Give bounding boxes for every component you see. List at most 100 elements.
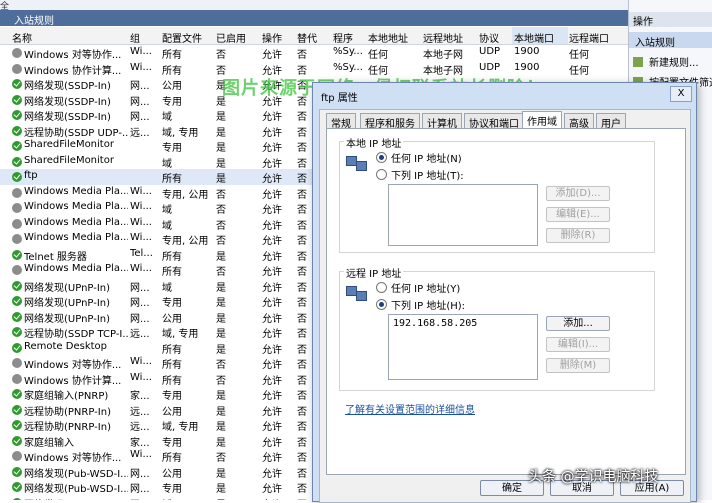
cell-local: 任何 bbox=[368, 50, 388, 61]
cell-action: 允许 bbox=[262, 453, 282, 464]
cell-enabled: 否 bbox=[216, 375, 226, 387]
remote-remove-button[interactable]: 删除(M) bbox=[546, 358, 610, 373]
column-header-name[interactable]: 名称 bbox=[12, 30, 32, 45]
cell-action: 允许 bbox=[262, 236, 282, 247]
remote-add-button[interactable]: 添加... bbox=[546, 316, 610, 331]
remote-any-ip-radio[interactable]: 任何 IP 地址(Y) bbox=[376, 280, 460, 295]
cell-profile: 公用 bbox=[162, 81, 182, 92]
column-header-lport[interactable]: 本地端口 bbox=[512, 27, 568, 45]
rule-enabled-icon bbox=[12, 466, 22, 477]
cell-profile: 公用 bbox=[162, 313, 182, 325]
rule-disabled-icon bbox=[12, 234, 22, 244]
cell-profile: 域, 专用 bbox=[162, 422, 199, 433]
dialog-body: 常规 程序和服务 计算机 协议和端口 作用域 高级 用户 本地 IP 地址 任何… bbox=[319, 109, 691, 503]
tab-general[interactable]: 常规 bbox=[326, 113, 356, 130]
remote-ip-item[interactable]: 192.168.58.205 bbox=[393, 318, 477, 329]
table-row[interactable]: Windows 对等协作... Wi... 所有 否 允许 否 %Sy... 任何 本地子网 UD… bbox=[0, 45, 628, 61]
cell-profile: 所有 bbox=[162, 174, 182, 185]
cell-group: 网... bbox=[130, 96, 150, 108]
cell-lport: 1900 bbox=[514, 46, 540, 57]
tab-programs-services[interactable]: 程序和服务 bbox=[360, 113, 420, 130]
cell-group: Wi... bbox=[130, 356, 152, 367]
column-header-protocol[interactable]: 协议 bbox=[479, 30, 499, 45]
column-header-enabled[interactable]: 已启用 bbox=[216, 30, 246, 45]
cell-action: 允许 bbox=[262, 112, 282, 123]
cell-name: 远程协助(PNRP-In) bbox=[24, 406, 111, 418]
column-header-override[interactable]: 替代 bbox=[297, 30, 317, 45]
remote-ip-listbox[interactable]: 192.168.58.205 bbox=[388, 314, 538, 380]
cell-enabled: 否 bbox=[216, 189, 226, 201]
cell-name: 网络发现(SSDP-In) bbox=[24, 81, 111, 92]
column-header-rport[interactable]: 远程端口 bbox=[569, 30, 609, 45]
column-header-program[interactable]: 程序 bbox=[333, 30, 353, 45]
actions-section[interactable]: 入站规则 bbox=[629, 32, 712, 49]
cell-profile: 所有 bbox=[162, 65, 182, 77]
cell-action: 允许 bbox=[262, 375, 282, 387]
cell-group: Tel... bbox=[130, 247, 153, 259]
cell-name: SharedFileMonitor bbox=[24, 154, 114, 166]
cell-profile: 所有 bbox=[162, 375, 182, 387]
cell-rport: 任何 bbox=[569, 50, 589, 61]
rule-disabled-icon bbox=[12, 218, 22, 229]
tab-users[interactable]: 用户 bbox=[596, 113, 626, 130]
rule-disabled-icon bbox=[12, 373, 22, 384]
cell-profile: 域 bbox=[162, 112, 172, 123]
remote-edit-button[interactable]: 编辑(I)... bbox=[546, 337, 610, 352]
column-header-profile[interactable]: 配置文件 bbox=[162, 30, 202, 45]
local-any-ip-radio[interactable]: 任何 IP 地址(N) bbox=[376, 150, 462, 165]
cell-enabled: 是 bbox=[216, 329, 226, 340]
cell-group: 网... bbox=[130, 313, 150, 325]
local-ip-title: 本地 IP 地址 bbox=[344, 135, 404, 150]
network-computers-icon bbox=[346, 152, 367, 171]
tab-computers[interactable]: 计算机 bbox=[422, 113, 462, 130]
remote-any-ip-label: 任何 IP 地址(Y) bbox=[391, 284, 461, 295]
cell-profile: 域 bbox=[162, 282, 172, 294]
rule-disabled-icon bbox=[12, 63, 22, 74]
rule-enabled-icon bbox=[12, 280, 22, 291]
cell-name: Windows Media Pla... bbox=[24, 201, 128, 212]
column-header-action[interactable]: 操作 bbox=[262, 30, 282, 45]
cell-enabled: 是 bbox=[216, 468, 226, 480]
cell-program: %Sy... bbox=[333, 46, 363, 57]
local-these-ip-radio[interactable]: 下列 IP 地址(T): bbox=[376, 167, 464, 182]
cell-action: 允许 bbox=[262, 468, 282, 480]
column-header-group[interactable]: 组 bbox=[130, 30, 140, 45]
cell-name: 网络发现(UPnP-In) bbox=[24, 313, 111, 325]
column-header-local[interactable]: 本地地址 bbox=[368, 30, 408, 45]
rule-disabled-icon bbox=[12, 451, 22, 461]
cell-name: 远程协助(PNRP-In) bbox=[24, 422, 111, 433]
cell-profile: 域 bbox=[162, 205, 172, 216]
rule-enabled-icon bbox=[12, 172, 22, 182]
cell-action: 允许 bbox=[262, 422, 282, 433]
rule-enabled-icon bbox=[12, 420, 22, 430]
column-header-remote[interactable]: 远程地址 bbox=[423, 30, 463, 45]
tab-scope[interactable]: 作用域 bbox=[522, 111, 562, 129]
cell-action: 允许 bbox=[262, 127, 282, 139]
local-remove-button[interactable]: 删除(R) bbox=[546, 228, 610, 243]
cell-name: 家庭组输入 bbox=[24, 437, 74, 449]
remote-these-ip-radio[interactable]: 下列 IP 地址(H): bbox=[376, 297, 465, 312]
cell-profile: 所有 bbox=[162, 360, 182, 371]
cell-enabled: 是 bbox=[216, 282, 226, 294]
cell-name: Windows 对等协作... bbox=[24, 453, 122, 464]
column-header: 名称 组 配置文件 已启用 操作 替代 程序 本地地址 远程地址 协议 本地端口 远程端口 bbox=[0, 27, 628, 45]
ftp-properties-dialog: ftp 属性 X 常规 程序和服务 计算机 协议和端口 作用域 高级 用户 本地… bbox=[312, 82, 697, 503]
dialog-close-button[interactable]: X bbox=[670, 86, 692, 102]
local-ip-listbox[interactable] bbox=[388, 184, 538, 246]
cell-group: Wi... bbox=[130, 449, 152, 460]
cell-name: 远程协助(SSDP TCP-I... bbox=[24, 329, 128, 340]
cell-name: 网络发现(Pub-WSD-I... bbox=[24, 468, 128, 480]
local-edit-button[interactable]: 编辑(E)... bbox=[546, 207, 610, 222]
cell-name: 网络发现(UPnP-In) bbox=[24, 298, 111, 309]
scope-help-link[interactable]: 了解有关设置范围的详细信息 bbox=[345, 401, 475, 416]
cell-action: 允许 bbox=[262, 143, 282, 154]
tab-advanced[interactable]: 高级 bbox=[564, 113, 594, 130]
local-add-button[interactable]: 添加(D)... bbox=[546, 186, 610, 201]
cell-profile: 所有 bbox=[162, 251, 182, 263]
action-new-rule[interactable]: 新建规则... bbox=[633, 54, 699, 69]
tab-protocols-ports[interactable]: 协议和端口 bbox=[464, 113, 524, 130]
local-ip-group: 本地 IP 地址 任何 IP 地址(N) 下列 IP 地址(T): 添加(D).… bbox=[339, 135, 655, 253]
cell-protocol: UDP bbox=[479, 46, 501, 57]
rule-disabled-icon bbox=[12, 265, 22, 275]
cell-action: 允许 bbox=[262, 158, 282, 170]
